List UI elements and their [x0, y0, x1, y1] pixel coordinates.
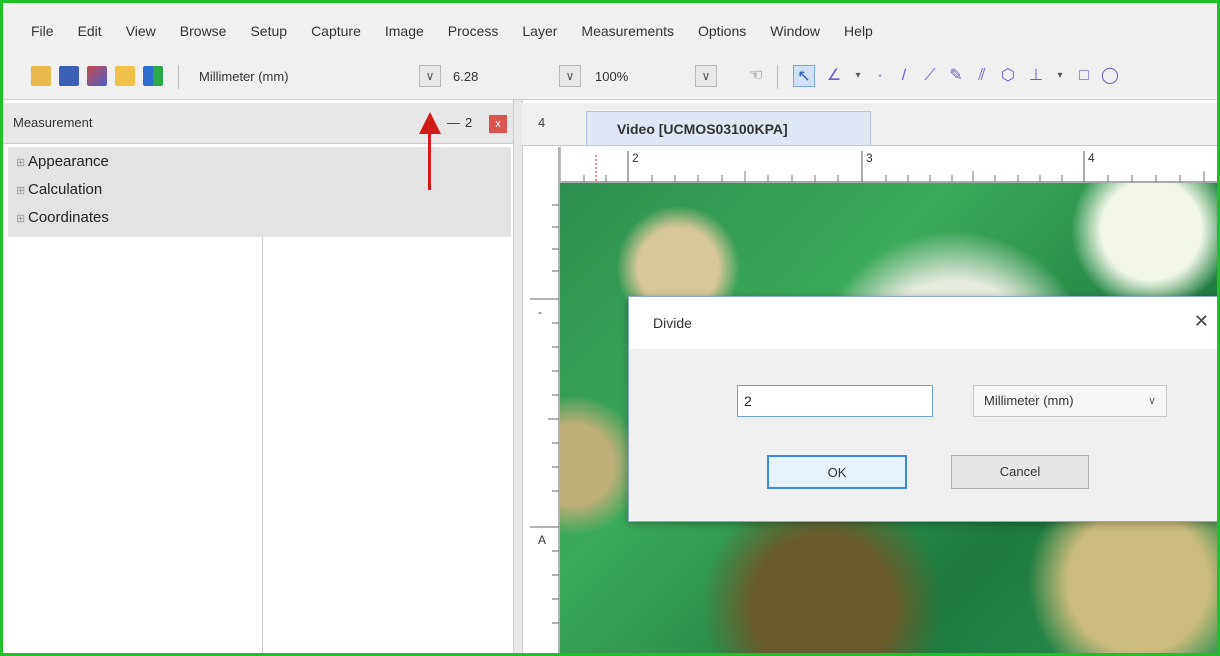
pen-tool-icon[interactable]: ✎	[945, 65, 967, 87]
panel-number[interactable]: 2	[465, 115, 472, 130]
divide-value-input[interactable]: 2	[737, 385, 933, 417]
dialog-titlebar[interactable]: Divide ✕	[629, 297, 1219, 349]
annotation-arrow-head	[419, 112, 441, 134]
polygon-tool-icon[interactable]: ⬡	[997, 65, 1019, 87]
toolbar-separator	[777, 65, 778, 89]
menu-bar: File Edit View Browse Setup Capture Imag…	[3, 3, 1217, 55]
grid-tiles-icon[interactable]	[143, 63, 163, 89]
property-grid-divider[interactable]	[262, 237, 263, 653]
angle-dropdown-icon[interactable]: ▾	[847, 65, 869, 87]
save-all-icon[interactable]	[87, 63, 107, 89]
panel-pin-icon[interactable]: —	[447, 115, 460, 130]
expand-icon[interactable]: ⊞	[16, 212, 25, 225]
divide-unit-select[interactable]: Millimeter (mm) ∨	[973, 385, 1167, 417]
perpendicular-tool-icon[interactable]: ⊥	[1025, 65, 1047, 87]
tree-item-appearance[interactable]: ⊞ Appearance	[8, 147, 511, 175]
angle-tool-icon[interactable]: ∠	[823, 65, 845, 87]
browse-folder-icon[interactable]	[115, 63, 135, 89]
cancel-button[interactable]: Cancel	[951, 455, 1089, 489]
tab-video[interactable]: Video [UCMOS03100KPA]	[586, 111, 871, 145]
menu-window[interactable]: Window	[770, 23, 820, 39]
menu-browse[interactable]: Browse	[180, 23, 227, 39]
toolbar: Millimeter (mm) ∨ 6.28 ∨ 100% ∨ ☜ ↖ ∠ ▾ …	[3, 55, 1217, 100]
ruler-label: 2	[632, 151, 639, 165]
menu-image[interactable]: Image	[385, 23, 424, 39]
tree-item-coordinates[interactable]: ⊞ Coordinates	[8, 203, 511, 231]
unit-dropdown-chevron-icon[interactable]: ∨	[419, 65, 441, 87]
menu-measurements[interactable]: Measurements	[581, 23, 674, 39]
zoom-combo[interactable]: 100%	[595, 65, 675, 87]
document-tabbar: 4 Video [UCMOS03100KPA]	[522, 103, 1217, 146]
menu-process[interactable]: Process	[448, 23, 499, 39]
horizontal-ruler: 2 3 4	[560, 147, 1217, 184]
ruler-label: 3	[866, 151, 873, 165]
vruler-label: A	[538, 533, 547, 547]
menu-setup[interactable]: Setup	[250, 23, 287, 39]
panel-title: Measurement	[13, 115, 93, 130]
circle-tool-icon[interactable]: ◯	[1099, 65, 1121, 87]
point-tool-icon[interactable]: ·	[869, 65, 891, 87]
vertical-ruler: - A	[526, 147, 561, 653]
chevron-down-icon: ∨	[1147, 395, 1156, 407]
scale-dropdown-chevron-icon[interactable]: ∨	[559, 65, 581, 87]
menu-capture[interactable]: Capture	[311, 23, 361, 39]
vruler-label: -	[538, 305, 542, 319]
menu-file[interactable]: File	[31, 23, 54, 39]
tree-item-label: Coordinates	[28, 208, 109, 226]
panel-splitter[interactable]	[513, 100, 523, 656]
unit-combo[interactable]: Millimeter (mm)	[199, 65, 409, 87]
arbitrary-line-icon[interactable]: ⟋	[919, 65, 941, 87]
close-icon[interactable]: ✕	[1194, 311, 1209, 332]
ruler-ticks	[560, 151, 1217, 183]
save-icon[interactable]	[59, 63, 79, 89]
panel-close-icon[interactable]: x	[489, 115, 507, 133]
rectangle-tool-icon[interactable]: □	[1073, 65, 1095, 87]
vruler-ticks	[530, 147, 560, 653]
parallel-tool-icon[interactable]: ⫽	[971, 65, 993, 87]
menu-layer[interactable]: Layer	[522, 23, 557, 39]
menu-edit[interactable]: Edit	[78, 23, 102, 39]
expand-icon[interactable]: ⊞	[16, 184, 25, 197]
hand-pan-icon[interactable]: ☜	[745, 65, 767, 87]
tree-item-label: Calculation	[28, 180, 103, 198]
line-tool-icon[interactable]: /	[893, 65, 915, 87]
tab-count: 4	[538, 115, 546, 130]
menu-list: File Edit View Browse Setup Capture Imag…	[31, 23, 897, 39]
perpendicular-dropdown-icon[interactable]: ▾	[1049, 65, 1071, 87]
menu-help[interactable]: Help	[844, 23, 873, 39]
tree-item-label: Appearance	[28, 152, 109, 170]
property-tree: ⊞ Appearance ⊞ Calculation ⊞ Coordinates	[8, 147, 511, 237]
select-pointer-icon[interactable]: ↖	[793, 65, 815, 87]
ok-button[interactable]: OK	[767, 455, 907, 489]
dialog-title: Divide	[653, 315, 692, 331]
zoom-dropdown-chevron-icon[interactable]: ∨	[695, 65, 717, 87]
ruler-label: 4	[1088, 151, 1095, 165]
divide-unit-value: Millimeter (mm)	[984, 393, 1074, 408]
expand-icon[interactable]: ⊞	[16, 156, 25, 169]
open-folder-icon[interactable]	[31, 63, 51, 89]
menu-view[interactable]: View	[126, 23, 156, 39]
scale-combo[interactable]: 6.28	[453, 65, 533, 87]
toolbar-separator	[178, 65, 179, 89]
menu-options[interactable]: Options	[698, 23, 746, 39]
divide-dialog: Divide ✕ 2 Millimeter (mm) ∨ OK Cancel	[628, 296, 1220, 522]
annotation-arrow-shaft	[428, 132, 431, 190]
tree-item-calculation[interactable]: ⊞ Calculation	[8, 175, 511, 203]
property-grid-body	[8, 237, 511, 653]
